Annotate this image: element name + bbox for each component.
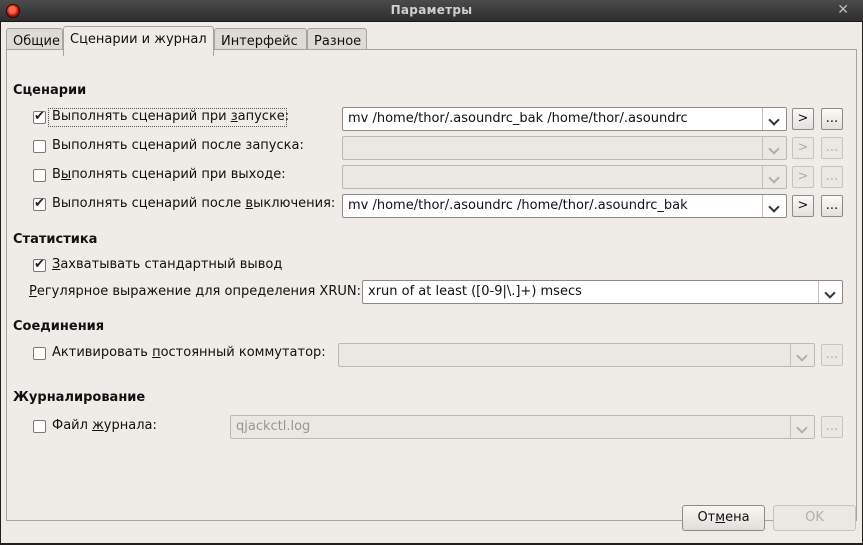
section-title-connections: Соединения — [13, 319, 105, 334]
shutdown-symbol-button[interactable]: > — [792, 166, 814, 188]
tab-scripts-and-log[interactable]: Сценарии и журнал — [63, 26, 214, 56]
tab-label: Разное — [314, 34, 362, 49]
post-startup-script-checkbox[interactable] — [33, 140, 46, 153]
startup-browse-button[interactable]: ... — [821, 108, 843, 130]
logfile-label[interactable]: Файл журнала: — [52, 418, 157, 433]
chevron-down-icon[interactable] — [818, 281, 842, 303]
chevron-down-icon[interactable] — [790, 416, 814, 438]
capture-stdout-checkbox[interactable] — [33, 257, 46, 272]
post-shutdown-script-checkbox[interactable] — [33, 196, 46, 211]
section-title-logging: Журналирование — [13, 390, 146, 405]
logfile-combo[interactable]: qjackctl.log — [230, 415, 815, 439]
chevron-down-icon[interactable] — [790, 344, 814, 366]
chevron-down-icon[interactable] — [762, 137, 786, 159]
startup-script-label[interactable]: Выполнять сценарий при запуске: — [52, 109, 289, 124]
xrun-regex-combo[interactable]: xrun of at least ([0-9|\.]+) msecs — [362, 280, 843, 304]
patchbay-browse-button[interactable]: ... — [821, 344, 843, 366]
tab-panel: Сценарии Выполнять сценарий при запуске:… — [6, 49, 857, 521]
tab-label: Интерфейс — [221, 34, 298, 49]
chevron-down-icon[interactable] — [762, 195, 786, 217]
post-shutdown-browse-button[interactable]: ... — [821, 195, 843, 217]
startup-symbol-button[interactable]: > — [792, 108, 814, 130]
post-shutdown-script-combo[interactable]: mv /home/thor/.asoundrc /home/thor/.asou… — [342, 194, 787, 218]
cancel-button[interactable]: Отмена — [682, 505, 765, 531]
ok-button[interactable]: OK — [773, 505, 856, 531]
section-title-scripts: Сценарии — [13, 83, 87, 98]
shutdown-script-combo[interactable] — [342, 165, 787, 189]
xrun-regex-label: Регулярное выражение для определения XRU… — [29, 284, 361, 299]
shutdown-script-checkbox[interactable] — [33, 169, 46, 182]
patchbay-checkbox[interactable] — [33, 347, 46, 360]
startup-script-checkbox[interactable] — [33, 109, 46, 124]
post-startup-browse-button[interactable]: ... — [821, 137, 843, 159]
post-startup-script-label[interactable]: Выполнять сценарий после запуска: — [52, 138, 304, 153]
post-startup-script-combo[interactable] — [342, 136, 787, 160]
tab-label: Общие — [13, 34, 60, 49]
startup-script-combo[interactable]: mv /home/thor/.asoundrc_bak /home/thor/.… — [342, 107, 787, 131]
post-shutdown-script-label[interactable]: Выполнять сценарий после выключения: — [52, 196, 335, 211]
window-title: Параметры — [390, 3, 473, 17]
post-startup-symbol-button[interactable]: > — [792, 137, 814, 159]
close-icon[interactable]: ✕ — [837, 2, 849, 18]
chevron-down-icon[interactable] — [762, 166, 786, 188]
title-bar[interactable]: Параметры ✕ — [0, 0, 863, 22]
tab-label: Сценарии и журнал — [70, 32, 207, 47]
chevron-down-icon[interactable] — [762, 108, 786, 130]
logfile-checkbox[interactable] — [33, 420, 46, 433]
settings-dialog: Общие Сценарии и журнал Интерфейс Разное… — [1, 22, 862, 543]
patchbay-combo[interactable] — [338, 343, 815, 367]
logfile-browse-button[interactable]: ... — [821, 416, 843, 438]
post-shutdown-symbol-button[interactable]: > — [792, 195, 814, 217]
capture-stdout-label[interactable]: Захватывать стандартный вывод — [52, 257, 282, 272]
shutdown-script-label[interactable]: Выполнять сценарий при выходе: — [52, 167, 286, 182]
section-title-statistics: Статистика — [13, 232, 98, 247]
patchbay-label[interactable]: Активировать постоянный коммутатор: — [52, 345, 326, 360]
shutdown-browse-button[interactable]: ... — [821, 166, 843, 188]
